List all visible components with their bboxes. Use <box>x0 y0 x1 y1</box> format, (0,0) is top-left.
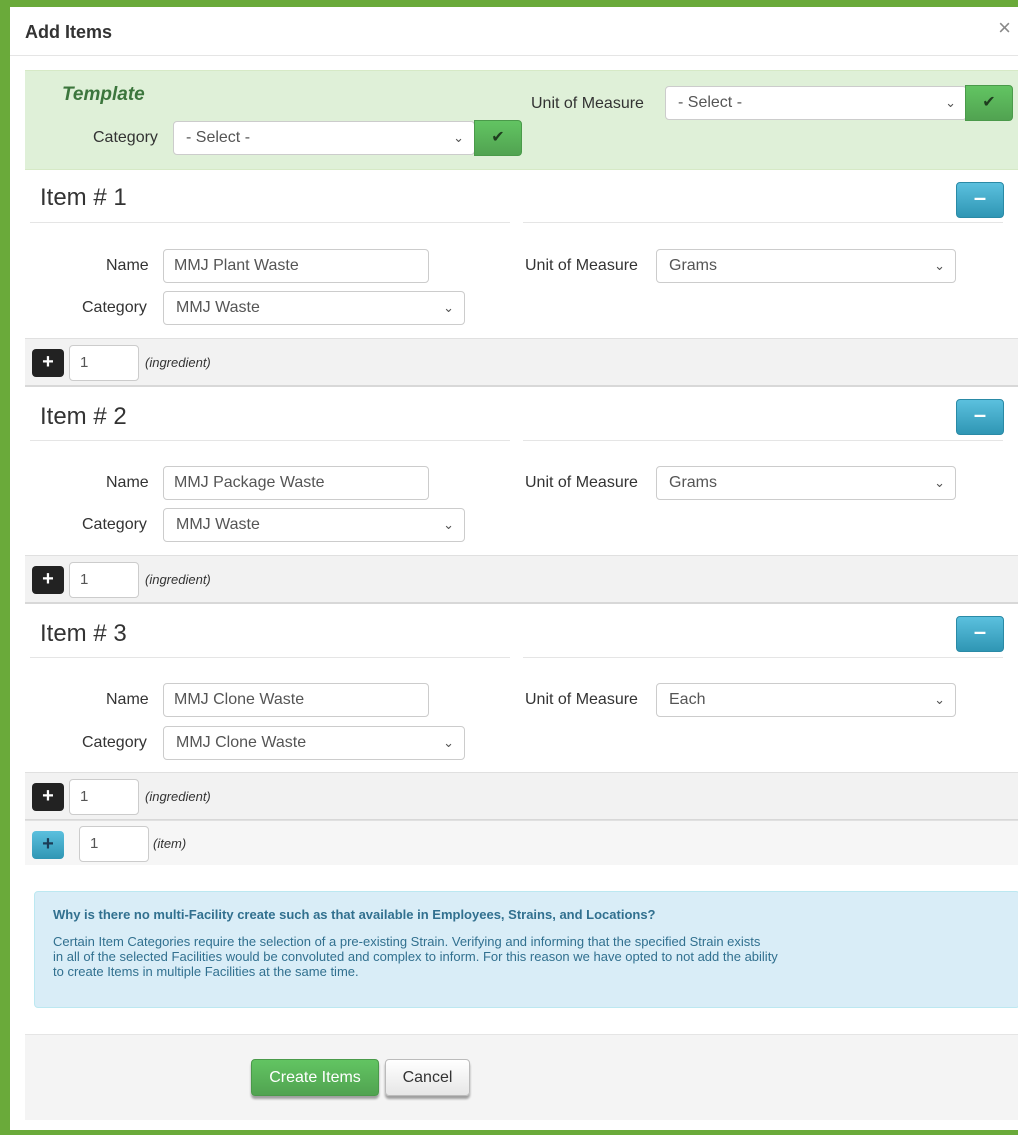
item-2-unit-label: Unit of Measure <box>525 474 638 491</box>
item-3-unit-select[interactable]: Each ⌄ <box>656 683 956 717</box>
item-1-unit-value: Grams <box>669 257 717 274</box>
template-unit-label: Unit of Measure <box>531 95 644 112</box>
item-3-category-label: Category <box>82 734 147 751</box>
template-category-select[interactable]: - Select - ⌄ <box>173 121 475 155</box>
item-3-category-value: MMJ Clone Waste <box>176 734 307 751</box>
add-item-bar: + 1 (item) <box>25 820 1018 865</box>
item-3-unit-label: Unit of Measure <box>525 691 638 708</box>
item-count-hint: (item) <box>153 836 187 851</box>
ingredient-1-count-input[interactable]: 1 <box>69 345 139 381</box>
check-icon: ✔ <box>982 94 996 111</box>
info-line: Certain Item Categories require the sele… <box>53 934 761 949</box>
plus-icon: + <box>42 568 54 590</box>
plus-icon: + <box>42 351 54 373</box>
divider <box>523 440 1003 441</box>
divider <box>30 440 510 441</box>
template-category-value: - Select - <box>186 129 251 146</box>
template-category-apply-button[interactable]: ✔ <box>474 120 522 156</box>
info-title: Why is there no multi-Facility create su… <box>53 907 656 922</box>
modal-footer: Create Items Cancel <box>25 1034 1018 1120</box>
add-items-modal: Add Items × Template Unit of Measure - S… <box>10 7 1018 1130</box>
minus-icon: – <box>973 185 987 210</box>
item-2-category-label: Category <box>82 516 147 533</box>
item-1-category-select[interactable]: MMJ Waste ⌄ <box>163 291 465 325</box>
item-2-heading: Item # 2 <box>40 403 127 430</box>
plus-icon: + <box>42 785 54 807</box>
template-category-label: Category <box>93 129 158 146</box>
item-2-category-select[interactable]: MMJ Waste ⌄ <box>163 508 465 542</box>
divider <box>523 657 1003 658</box>
item-1-ingredient-bar: + 1 (ingredient) <box>25 338 1018 387</box>
minus-icon: – <box>973 619 987 644</box>
chevron-down-icon: ⌄ <box>453 130 464 145</box>
info-line: in all of the selected Facilities would … <box>53 949 778 964</box>
template-title: Template <box>62 84 145 105</box>
item-1-category-label: Category <box>82 299 147 316</box>
item-1-unit-select[interactable]: Grams ⌄ <box>656 249 956 283</box>
create-items-button[interactable]: Create Items <box>251 1059 379 1096</box>
cancel-button[interactable]: Cancel <box>385 1059 470 1096</box>
ingredient-1-hint: (ingredient) <box>145 355 211 370</box>
template-unit-value: - Select - <box>678 94 743 111</box>
divider <box>30 222 510 223</box>
remove-item-3-button[interactable]: – <box>956 616 1004 652</box>
chevron-down-icon: ⌄ <box>443 735 454 750</box>
item-count-input[interactable]: 1 <box>79 826 149 862</box>
ingredient-3-hint: (ingredient) <box>145 789 211 804</box>
add-ingredient-3-button[interactable]: + <box>32 783 64 811</box>
template-unit-select[interactable]: - Select - ⌄ <box>665 86 967 120</box>
info-text: Certain Item Categories require the sele… <box>53 934 913 979</box>
chevron-down-icon: ⌄ <box>945 95 956 110</box>
minus-icon: – <box>973 402 987 427</box>
ingredient-3-count-input[interactable]: 1 <box>69 779 139 815</box>
add-item-button[interactable]: + <box>32 831 64 859</box>
item-3-unit-value: Each <box>669 691 706 708</box>
ingredient-2-count-input[interactable]: 1 <box>69 562 139 598</box>
item-3-ingredient-bar: + 1 (ingredient) <box>25 772 1018 821</box>
item-2-name-input[interactable]: MMJ Package Waste <box>163 466 429 500</box>
modal-header: Add Items × <box>10 7 1018 56</box>
item-1-category-value: MMJ Waste <box>176 299 260 316</box>
template-panel: Template Unit of Measure - Select - ⌄ ✔ … <box>25 70 1018 170</box>
item-2-unit-select[interactable]: Grams ⌄ <box>656 466 956 500</box>
chevron-down-icon: ⌄ <box>934 692 945 707</box>
ingredient-2-hint: (ingredient) <box>145 572 211 587</box>
item-2-ingredient-bar: + 1 (ingredient) <box>25 555 1018 604</box>
chevron-down-icon: ⌄ <box>443 300 454 315</box>
item-3-heading: Item # 3 <box>40 620 127 647</box>
info-line: to create Items in multiple Facilities a… <box>53 964 359 979</box>
item-1-name-input[interactable]: MMJ Plant Waste <box>163 249 429 283</box>
chevron-down-icon: ⌄ <box>934 475 945 490</box>
modal-title: Add Items <box>25 22 113 42</box>
item-1-heading: Item # 1 <box>40 184 127 211</box>
item-1-name-label: Name <box>106 257 149 274</box>
divider <box>523 222 1003 223</box>
remove-item-2-button[interactable]: – <box>956 399 1004 435</box>
divider <box>30 657 510 658</box>
item-2-name-label: Name <box>106 474 149 491</box>
item-3-category-select[interactable]: MMJ Clone Waste ⌄ <box>163 726 465 760</box>
template-unit-apply-button[interactable]: ✔ <box>965 85 1013 121</box>
item-1-unit-label: Unit of Measure <box>525 257 638 274</box>
check-icon: ✔ <box>491 129 505 146</box>
chevron-down-icon: ⌄ <box>443 517 454 532</box>
remove-item-1-button[interactable]: – <box>956 182 1004 218</box>
item-3-name-label: Name <box>106 691 149 708</box>
chevron-down-icon: ⌄ <box>934 258 945 273</box>
info-alert: Why is there no multi-Facility create su… <box>34 891 1018 1008</box>
item-2-unit-value: Grams <box>669 474 717 491</box>
item-3-name-input[interactable]: MMJ Clone Waste <box>163 683 429 717</box>
plus-icon: + <box>42 833 54 855</box>
close-icon[interactable]: × <box>998 17 1011 39</box>
add-ingredient-2-button[interactable]: + <box>32 566 64 594</box>
item-2-category-value: MMJ Waste <box>176 516 260 533</box>
add-ingredient-1-button[interactable]: + <box>32 349 64 377</box>
